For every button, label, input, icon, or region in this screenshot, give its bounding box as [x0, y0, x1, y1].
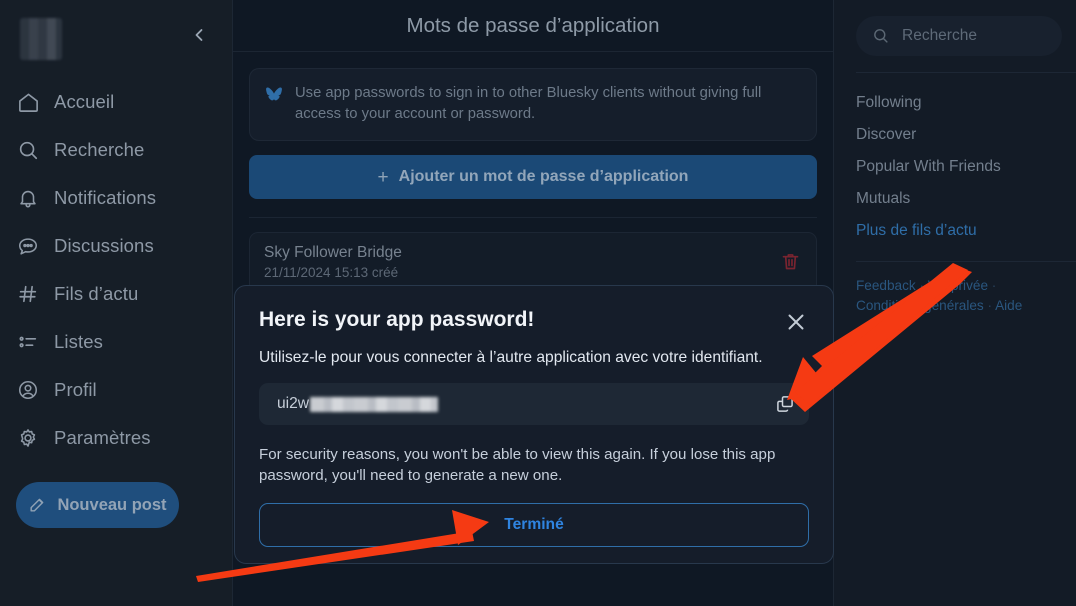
left-sidebar: Accueil Recherche Notifications Discussi… — [0, 0, 232, 606]
footer-link-feedback[interactable]: Feedback — [856, 278, 916, 293]
search-icon — [872, 27, 890, 45]
app-password-modal: Here is your app password! Utilisez-le p… — [234, 285, 834, 564]
done-button-label: Terminé — [504, 516, 564, 533]
compose-icon — [28, 495, 48, 515]
footer-link-help[interactable]: Aide — [995, 298, 1022, 313]
person-circle-icon — [16, 378, 40, 402]
modal-title: Here is your app password! — [259, 308, 535, 331]
feed-item-discover[interactable]: Discover — [856, 119, 1076, 151]
password-redacted-block — [310, 396, 439, 412]
sidebar-item-parametres[interactable]: Paramètres — [0, 414, 232, 462]
bell-icon — [16, 186, 40, 210]
sidebar-item-profil[interactable]: Profil — [0, 366, 232, 414]
sidebar-item-discussions[interactable]: Discussions — [0, 222, 232, 270]
modal-warning-text: For security reasons, you won't be able … — [259, 446, 776, 484]
sidebar-header — [0, 0, 232, 72]
sidebar-item-accueil[interactable]: Accueil — [0, 78, 232, 126]
sidebar-item-label: Accueil — [54, 91, 115, 112]
home-icon — [16, 90, 40, 114]
generated-password-field[interactable]: ui2w — [259, 383, 809, 425]
add-app-password-label: Ajouter un mot de passe d’application — [398, 168, 689, 185]
sidebar-item-listes[interactable]: Listes — [0, 318, 232, 366]
gear-icon — [16, 426, 40, 450]
main-body: Use app passwords to sign in to other Bl… — [233, 52, 833, 293]
feed-item-popular-with-friends[interactable]: Popular With Friends — [856, 151, 1076, 183]
feeds-list: Following Discover Popular With Friends … — [834, 73, 1076, 247]
chevron-left-icon — [189, 25, 209, 45]
avatar[interactable] — [20, 18, 62, 60]
feed-item-following[interactable]: Following — [856, 87, 1076, 119]
sidebar-item-label: Fils d’actu — [54, 283, 139, 304]
copy-icon[interactable] — [775, 394, 795, 414]
right-sidebar: Recherche Following Discover Popular Wit… — [834, 0, 1076, 606]
sidebar-item-label: Profil — [54, 379, 97, 400]
page-title: Mots de passe d’application — [406, 13, 660, 37]
trash-icon[interactable] — [780, 251, 802, 273]
bluesky-butterfly-icon — [264, 85, 284, 105]
sidebar-item-label: Recherche — [54, 139, 145, 160]
sidebar-nav: Accueil Recherche Notifications Discussi… — [0, 72, 232, 462]
done-button[interactable]: Terminé — [259, 503, 809, 547]
app-password-info: Sky Follower Bridge 21/11/2024 15:13 cré… — [264, 244, 402, 280]
new-post-button[interactable]: Nouveau post — [16, 482, 179, 528]
collapse-sidebar-button[interactable] — [184, 20, 214, 50]
list-icon — [16, 330, 40, 354]
main-header: Mots de passe d’application — [233, 0, 833, 52]
search-icon — [16, 138, 40, 162]
sidebar-item-label: Discussions — [54, 235, 154, 256]
chat-bubble-icon — [16, 234, 40, 258]
password-visible-prefix: ui2w — [277, 395, 310, 412]
app-password-name: Sky Follower Bridge — [264, 244, 402, 261]
feed-item-mutuals[interactable]: Mutuals — [856, 183, 1076, 215]
sidebar-item-fils-dactu[interactable]: Fils d’actu — [0, 270, 232, 318]
add-app-password-button[interactable]: + Ajouter un mot de passe d’application — [249, 155, 817, 199]
sidebar-item-label: Listes — [54, 331, 103, 352]
sidebar-item-recherche[interactable]: Recherche — [0, 126, 232, 174]
feed-item-more-feeds[interactable]: Plus de fils d’actu — [856, 215, 1076, 247]
close-icon[interactable] — [783, 309, 809, 335]
footer-link-privacy[interactable]: Vie privée — [928, 278, 988, 293]
modal-header: Here is your app password! — [259, 308, 809, 335]
hash-icon — [16, 282, 40, 306]
info-text: Use app passwords to sign in to other Bl… — [295, 85, 762, 122]
generated-password-value: ui2w — [277, 395, 439, 413]
app-password-list: Sky Follower Bridge 21/11/2024 15:13 cré… — [249, 217, 817, 293]
list-item[interactable]: Sky Follower Bridge 21/11/2024 15:13 cré… — [249, 232, 817, 293]
modal-subtitle: Utilisez-le pour vous connecter à l’autr… — [259, 349, 763, 366]
info-card: Use app passwords to sign in to other Bl… — [249, 68, 817, 141]
sidebar-item-label: Notifications — [54, 187, 157, 208]
footer-separator: · — [919, 278, 925, 293]
app-password-date: 21/11/2024 15:13 créé — [264, 265, 399, 280]
search-container: Recherche — [834, 0, 1076, 56]
new-post-label: Nouveau post — [57, 495, 167, 514]
bluesky-app-window: Accueil Recherche Notifications Discussi… — [0, 0, 1076, 606]
footer-links: Feedback · Vie privée · Conditions génér… — [834, 262, 1076, 316]
sidebar-item-label: Paramètres — [54, 427, 151, 448]
footer-link-terms[interactable]: Conditions générales — [856, 298, 984, 313]
search-placeholder: Recherche — [902, 27, 977, 44]
search-input[interactable]: Recherche — [856, 16, 1062, 56]
sidebar-item-notifications[interactable]: Notifications — [0, 174, 232, 222]
footer-separator: · — [991, 278, 997, 293]
footer-separator: · — [987, 298, 993, 313]
plus-icon: + — [377, 166, 389, 188]
